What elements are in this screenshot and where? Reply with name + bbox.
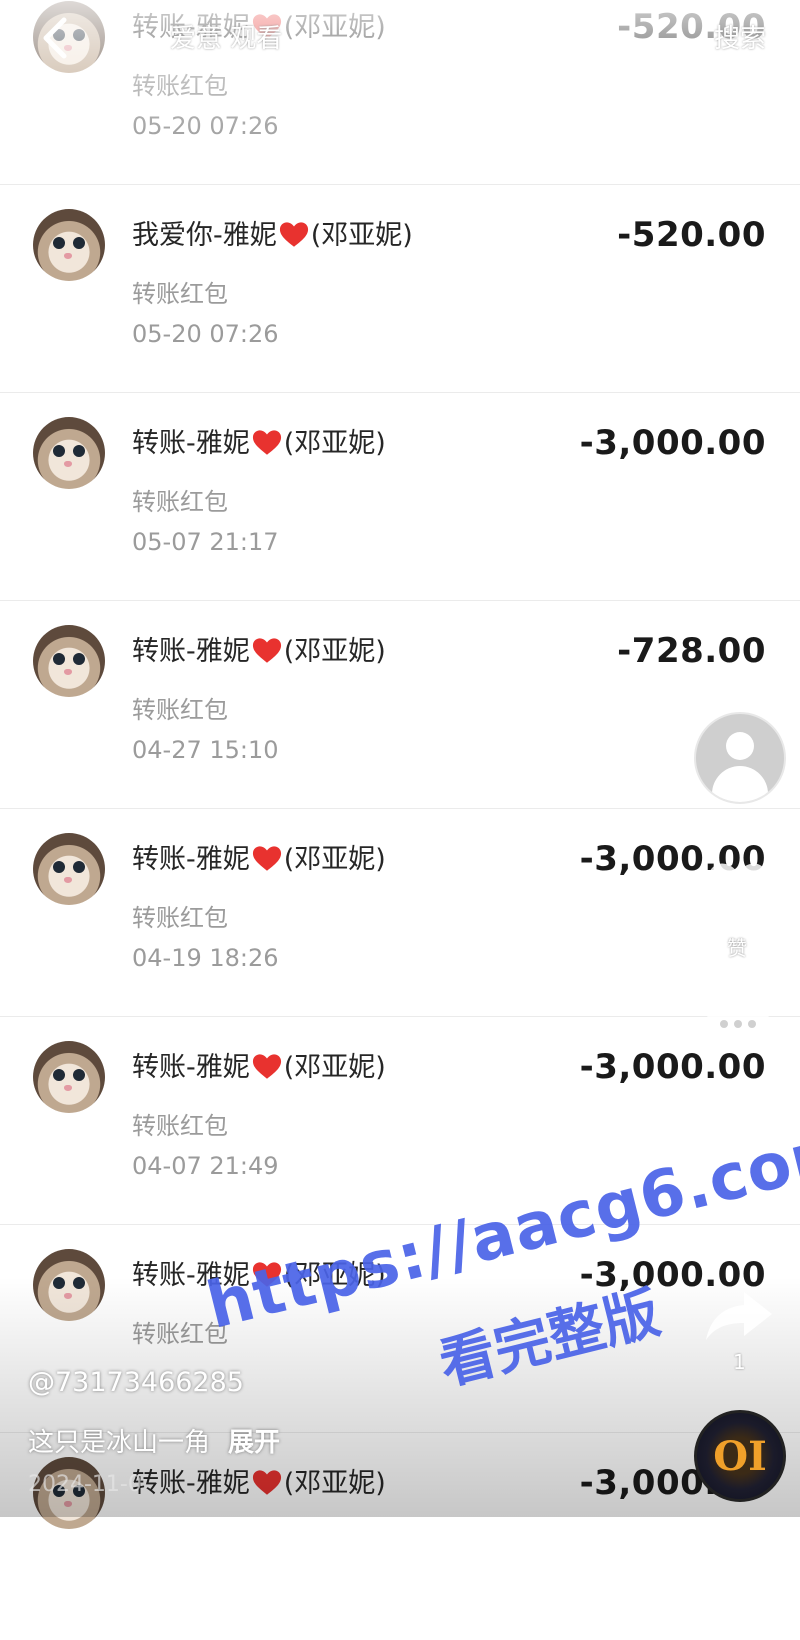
transaction-row[interactable]: 我爱你-雅妮 (邓亚妮) 转账红包 05-20 07:26 -520.00	[0, 185, 800, 393]
transaction-title: 转账-雅妮 (邓亚妮)	[132, 1052, 386, 1083]
transaction-title: 转账-雅妮 (邓亚妮)	[132, 844, 386, 875]
video-caption: 这只是冰山一角 展开	[28, 1422, 280, 1459]
transaction-type: 转账红包	[132, 696, 228, 724]
transaction-time: 05-20 07:26	[132, 112, 279, 140]
cat-avatar	[33, 1249, 105, 1321]
transaction-time: 04-07 21:49	[132, 1152, 279, 1180]
video-top-label: 爱意 观看	[170, 24, 283, 54]
red-heart-icon	[252, 845, 282, 872]
red-heart-icon	[252, 1469, 282, 1496]
expand-button[interactable]: 展开	[228, 1428, 280, 1458]
cat-avatar	[33, 209, 105, 281]
music-disc-label: OI	[713, 1433, 767, 1480]
transaction-amount: -520.00	[617, 215, 766, 255]
comment-icon	[706, 998, 770, 1050]
red-heart-icon	[252, 429, 282, 456]
transaction-row[interactable]: 转账-雅妮 (邓亚妮) 转账红包 04-27 15:10 -728.00	[0, 601, 800, 809]
transaction-time: 05-07 21:17	[132, 528, 279, 556]
share-arrow-icon	[706, 1292, 772, 1340]
search-button[interactable]: 搜索	[714, 18, 766, 55]
transaction-type: 转账红包	[132, 488, 228, 516]
cat-avatar	[33, 833, 105, 905]
transaction-row[interactable]: 转账-雅妮 (邓亚妮) 转账红包 05-20 07:26 -520.00	[0, 0, 800, 185]
red-heart-icon	[252, 1053, 282, 1080]
transaction-row[interactable]: 转账-雅妮 (邓亚妮) -3,000.00	[0, 1433, 800, 1640]
like-button[interactable]	[704, 858, 772, 920]
transaction-type: 转账红包	[132, 280, 228, 308]
back-button[interactable]	[36, 15, 76, 61]
caption-text: 这只是冰山一角	[28, 1428, 211, 1458]
share-button[interactable]	[704, 1288, 774, 1344]
comment-button[interactable]	[704, 996, 772, 1056]
transaction-type: 转账红包	[132, 72, 228, 100]
transaction-type: 转账红包	[132, 1112, 228, 1140]
like-label: 赞	[727, 936, 747, 960]
transaction-row[interactable]: 转账-雅妮 (邓亚妮) 转账红包 05-07 21:17 -3,000.00	[0, 393, 800, 601]
transaction-title: 转账-雅妮 (邓亚妮)	[132, 1468, 386, 1499]
music-disc[interactable]: OI	[694, 1410, 786, 1502]
transaction-amount: -728.00	[617, 631, 766, 671]
transaction-title: 转账-雅妮 (邓亚妮)	[132, 428, 386, 459]
transaction-title: 我爱你-雅妮 (邓亚妮)	[132, 220, 413, 251]
chevron-left-icon	[43, 17, 67, 59]
cat-avatar	[33, 1041, 105, 1113]
heart-outline-icon	[708, 863, 768, 915]
transaction-title: 转账-雅妮 (邓亚妮)	[132, 636, 386, 667]
red-heart-icon	[252, 637, 282, 664]
author-handle[interactable]: @73173466285	[28, 1367, 244, 1398]
creator-avatar[interactable]	[694, 712, 786, 804]
transaction-row[interactable]: 转账-雅妮 (邓亚妮) 转账红包 04-19 18:26 -3,000.00	[0, 809, 800, 1017]
cat-avatar	[33, 625, 105, 697]
cat-avatar	[33, 417, 105, 489]
video-meta: 2024-11-0	[28, 1472, 142, 1497]
transaction-time: 05-20 07:26	[132, 320, 279, 348]
transaction-amount: -3,000.00	[579, 423, 766, 463]
transaction-time: 04-19 18:26	[132, 944, 279, 972]
share-count: 1	[733, 1350, 746, 1374]
red-heart-icon	[279, 221, 309, 248]
transaction-type: 转账红包	[132, 904, 228, 932]
transaction-time: 04-27 15:10	[132, 736, 279, 764]
